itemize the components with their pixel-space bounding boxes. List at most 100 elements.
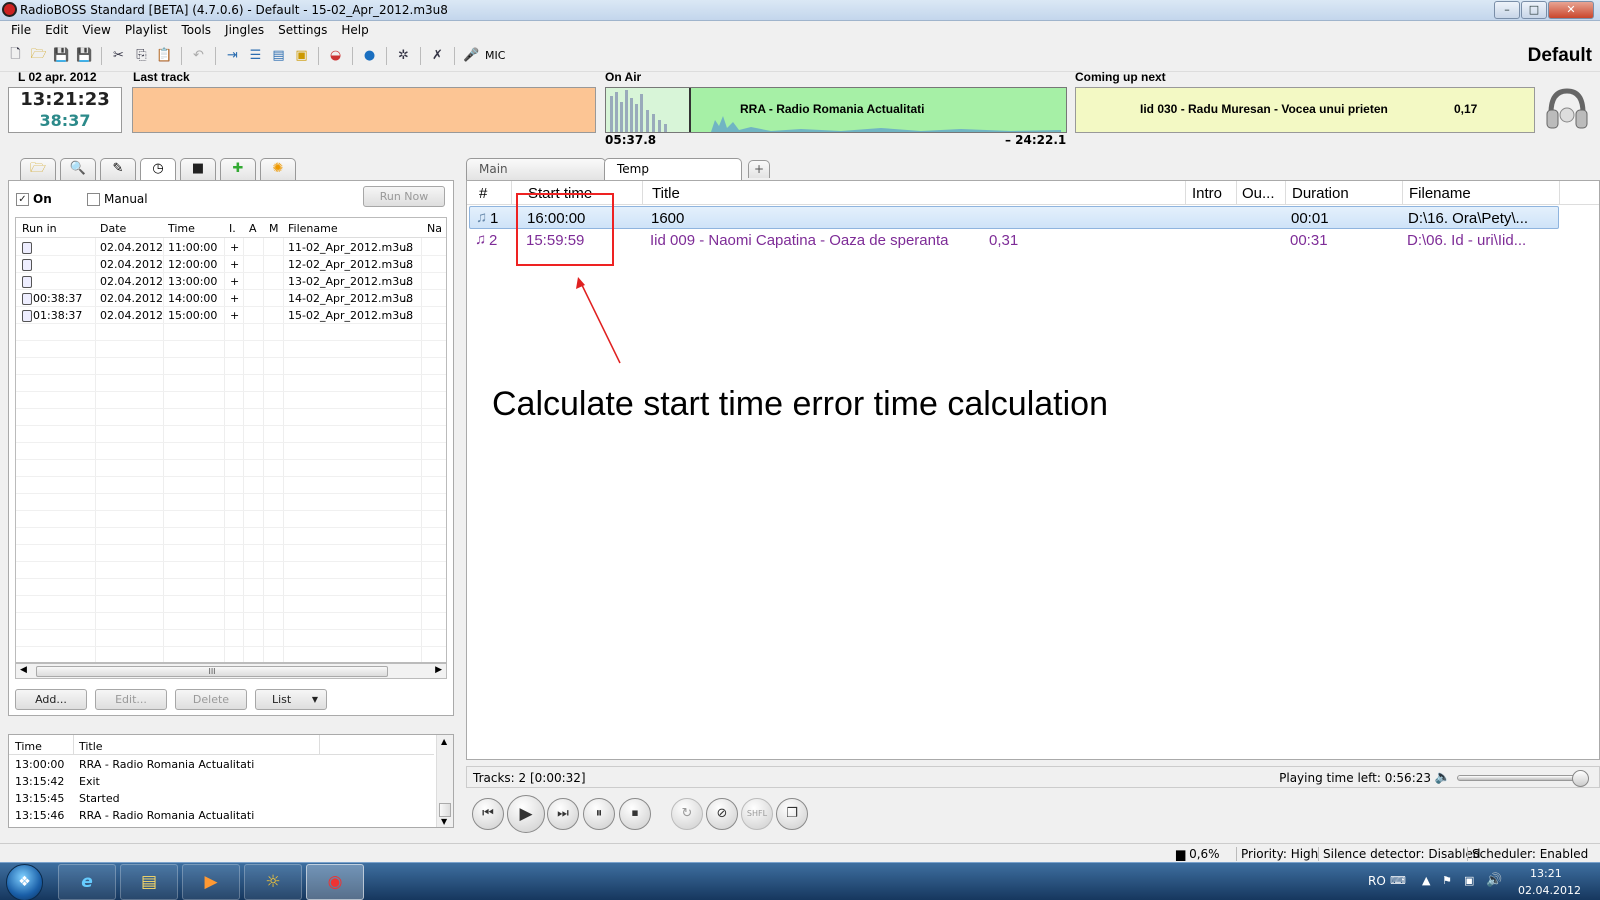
disable-button[interactable]: ⊘ xyxy=(706,798,738,830)
tray-clock-time[interactable]: 13:21 xyxy=(1530,867,1562,880)
close-button[interactable]: ✕ xyxy=(1548,1,1594,19)
radioboss-taskbar-icon[interactable]: ◉ xyxy=(306,864,364,900)
col-duration[interactable]: Duration xyxy=(1292,185,1349,202)
list-dropdown-button[interactable]: List ▼ xyxy=(255,689,327,710)
add-folder-icon[interactable]: ▣ xyxy=(292,46,311,65)
pause-button[interactable]: ⏸ xyxy=(583,798,615,830)
play-button[interactable]: ▶ xyxy=(507,795,545,833)
col-intro[interactable]: Intro xyxy=(1192,185,1222,202)
show-hidden-icons-icon[interactable]: ▲ xyxy=(1422,874,1430,887)
action-center-flag-icon[interactable]: ⚑ xyxy=(1442,874,1452,887)
scroll-left-arrow-icon[interactable]: ◀ xyxy=(20,665,27,675)
minimize-button[interactable]: – xyxy=(1494,1,1520,19)
on-air-box[interactable]: RRA - Radio Romania Actualitati xyxy=(605,87,1067,133)
playlist-row[interactable]: ♫ 1 16:00:00 1600 00:01 D:\16. Ora\Pety\… xyxy=(469,206,1559,229)
mic-label[interactable]: MIC xyxy=(485,49,505,62)
tab-plugins-icon[interactable]: ✚ xyxy=(220,158,256,180)
on-checkbox[interactable]: ✓ xyxy=(16,192,29,206)
stop-button[interactable]: ⏹ xyxy=(619,798,651,830)
headphones-icon[interactable] xyxy=(1543,85,1591,133)
scheduler-row[interactable]: 02.04.2012 13:00:00 + 13-02_Apr_2012.m3u… xyxy=(16,273,446,290)
coming-up-box[interactable]: Iid 030 - Radu Muresan - Vocea unui prie… xyxy=(1075,87,1535,133)
scheduler-row[interactable]: 01:38:37 02.04.2012 15:00:00 + 15-02_Apr… xyxy=(16,307,446,324)
scheduler-grid[interactable]: Run in Date Time I. A M Filename Na 02.0… xyxy=(15,217,447,663)
add-schedule-button[interactable]: Add... xyxy=(15,689,87,710)
playlist-row[interactable]: ♫ 2 15:59:59 Iid 009 - Naomi Capatina - … xyxy=(469,229,1559,252)
maximize-button[interactable]: □ xyxy=(1521,1,1547,19)
col-i[interactable]: I. xyxy=(229,222,236,235)
scroll-right-arrow-icon[interactable]: ▶ xyxy=(435,665,442,675)
tab-search-icon[interactable]: 🔍 xyxy=(60,158,96,180)
scheduler-manual-toggle[interactable]: Manual xyxy=(87,192,148,206)
log-col-time[interactable]: Time xyxy=(15,740,42,753)
app-launcher-icon[interactable]: ☼ xyxy=(244,864,302,900)
internet-explorer-icon[interactable]: e xyxy=(58,864,116,900)
add-tab-icon[interactable]: + xyxy=(748,160,770,178)
previous-track-button[interactable]: ⏮ xyxy=(472,798,504,830)
col-filename[interactable]: Filename xyxy=(1409,185,1471,202)
menu-view[interactable]: View xyxy=(75,21,117,40)
save-all-icon[interactable]: 💾 xyxy=(75,46,94,65)
network-icon[interactable]: ▣ xyxy=(1464,874,1474,887)
manual-checkbox[interactable] xyxy=(87,192,100,206)
scheduler-row[interactable]: 00:38:37 02.04.2012 14:00:00 + 14-02_Apr… xyxy=(16,290,446,307)
col-name[interactable]: Na xyxy=(427,222,446,235)
next-track-button[interactable]: ⏭ xyxy=(547,798,579,830)
cut-icon[interactable]: ✂ xyxy=(109,46,128,65)
microphone-icon[interactable]: 🎤 xyxy=(462,46,481,65)
col-a[interactable]: A xyxy=(249,222,257,235)
run-now-button[interactable]: Run Now xyxy=(363,186,445,207)
scheduler-row[interactable]: 02.04.2012 12:00:00 + 12-02_Apr_2012.m3u… xyxy=(16,256,446,273)
col-title[interactable]: Title xyxy=(652,185,680,202)
volume-slider-knob[interactable] xyxy=(1572,770,1589,787)
add-files-icon[interactable]: ☰ xyxy=(246,46,265,65)
menu-jingles[interactable]: Jingles xyxy=(218,21,271,40)
col-m[interactable]: M xyxy=(269,222,279,235)
loop-button[interactable]: ↻ xyxy=(671,798,703,830)
menu-help[interactable]: Help xyxy=(334,21,375,40)
playlist-mode-button[interactable]: ❐ xyxy=(776,798,808,830)
save-icon[interactable]: 💾 xyxy=(52,46,71,65)
silence-detector-status[interactable]: Silence detector: Disabled xyxy=(1318,847,1481,861)
file-explorer-icon[interactable]: ▤ xyxy=(120,864,178,900)
shuffle-button[interactable]: SHFL xyxy=(741,798,773,830)
col-outro[interactable]: Ou... xyxy=(1242,185,1275,202)
copy-icon[interactable]: ⎘ xyxy=(132,46,151,65)
delete-schedule-button[interactable]: Delete xyxy=(175,689,247,710)
tools-icon[interactable]: ✗ xyxy=(428,46,447,65)
tray-clock-date[interactable]: 02.04.2012 xyxy=(1518,884,1581,897)
col-number[interactable]: # xyxy=(479,185,487,202)
menu-settings[interactable]: Settings xyxy=(271,21,334,40)
cd-icon[interactable]: ◒ xyxy=(326,46,345,65)
event-log-panel[interactable]: Time Title 13:00:00 RRA - Radio Romania A… xyxy=(8,734,454,828)
media-player-icon[interactable]: ▶ xyxy=(182,864,240,900)
language-indicator[interactable]: RO xyxy=(1368,874,1386,888)
tab-jingles-icon[interactable]: ■ xyxy=(180,158,216,180)
add-playlist-icon[interactable]: ▤ xyxy=(269,46,288,65)
tab-main[interactable]: Main xyxy=(466,158,606,180)
volume-slider[interactable] xyxy=(1457,775,1585,781)
tab-scheduler-clock-icon[interactable]: ◷ xyxy=(140,158,176,181)
scroll-thumb[interactable]: III xyxy=(36,666,388,677)
insert-track-icon[interactable]: ⇥ xyxy=(223,46,242,65)
scheduler-status[interactable]: Scheduler: Enabled xyxy=(1467,847,1588,861)
keyboard-icon[interactable]: ⌨ xyxy=(1390,874,1406,887)
menu-playlist[interactable]: Playlist xyxy=(118,21,175,40)
tab-folder-icon[interactable]: 🗁 xyxy=(20,158,56,180)
start-button-windows-icon[interactable]: ❖ xyxy=(6,864,43,900)
log-vertical-scrollbar[interactable]: ▲ ▼ xyxy=(436,735,453,827)
globe-icon[interactable]: ● xyxy=(360,46,379,65)
menu-tools[interactable]: Tools xyxy=(174,21,218,40)
paste-icon[interactable]: 📋 xyxy=(155,46,174,65)
undo-icon[interactable]: ↶ xyxy=(189,46,208,65)
log-col-title[interactable]: Title xyxy=(79,740,103,753)
horizontal-scrollbar[interactable]: ◀ III ▶ xyxy=(15,663,447,679)
menu-file[interactable]: File xyxy=(4,21,38,40)
log-scroll-thumb[interactable] xyxy=(439,803,451,817)
scheduler-row[interactable]: 02.04.2012 11:00:00 + 11-02_Apr_2012.m3u… xyxy=(16,239,446,256)
menu-edit[interactable]: Edit xyxy=(38,21,75,40)
settings-gear-icon[interactable]: ✲ xyxy=(394,46,413,65)
tab-tag-icon[interactable]: ✎ xyxy=(100,158,136,180)
last-track-box[interactable] xyxy=(132,87,596,133)
open-folder-icon[interactable]: 🗁 xyxy=(29,46,48,65)
